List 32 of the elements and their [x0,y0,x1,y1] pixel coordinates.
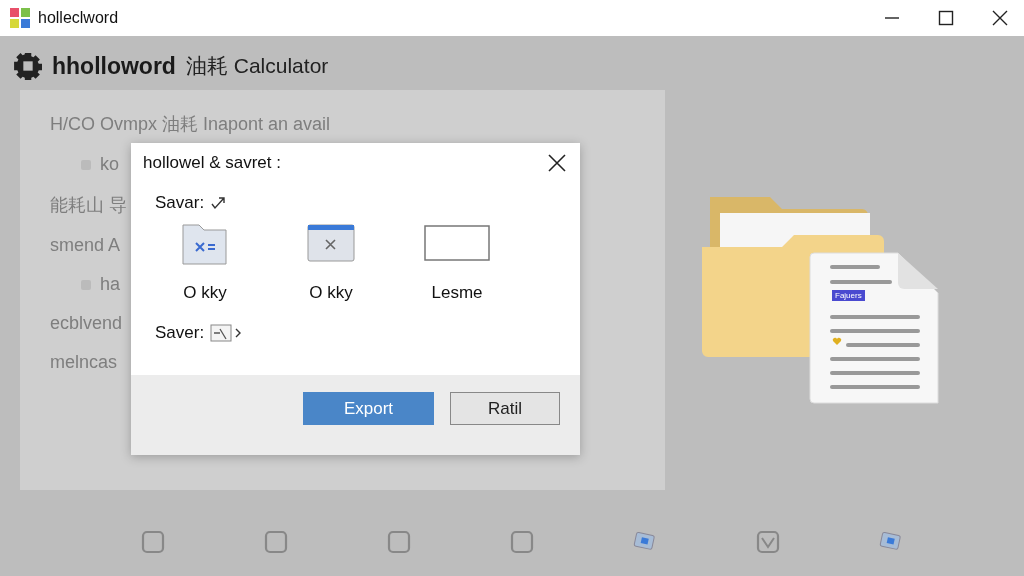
background-text: smend A [50,235,121,256]
background-text: ko [100,154,119,175]
background-text: ha [100,274,121,295]
background-text: 能耗山 导 [50,194,127,217]
option-label: O kky [183,283,227,303]
close-icon[interactable] [548,154,566,172]
secondary-button[interactable]: Ratil [450,392,560,425]
maximize-icon[interactable] [938,10,954,26]
background-text: melncas [50,352,118,373]
window-title: holleclword [38,9,119,27]
square-icon[interactable] [141,530,165,554]
square-icon[interactable] [387,530,411,554]
folder-icon[interactable] [182,221,228,265]
saver-label: Saver: [155,323,205,343]
gear-icon [14,52,42,80]
close-icon[interactable] [992,10,1008,26]
app-logo-icon [10,8,30,28]
option-label: Lesme [431,283,483,303]
check-box-icon[interactable] [756,530,780,554]
background-text: H/CO Ovmpx 油耗 Inapont an avail [50,113,331,136]
document-tag: Fajuers [832,290,865,301]
arrow-icon [210,196,227,210]
background-text: ecblvend [50,313,123,334]
export-button[interactable]: Export [303,392,434,425]
square-icon[interactable] [264,530,288,554]
app-subtitle: 油耗 Calculator [185,53,329,79]
dialog-title: hollowel & savret : [143,153,281,173]
window-icon[interactable] [307,221,355,265]
square-icon[interactable] [510,530,534,554]
save-label: Savar: [155,193,205,213]
option-label: O kky [309,283,353,303]
app-title: hholloword [52,52,176,80]
